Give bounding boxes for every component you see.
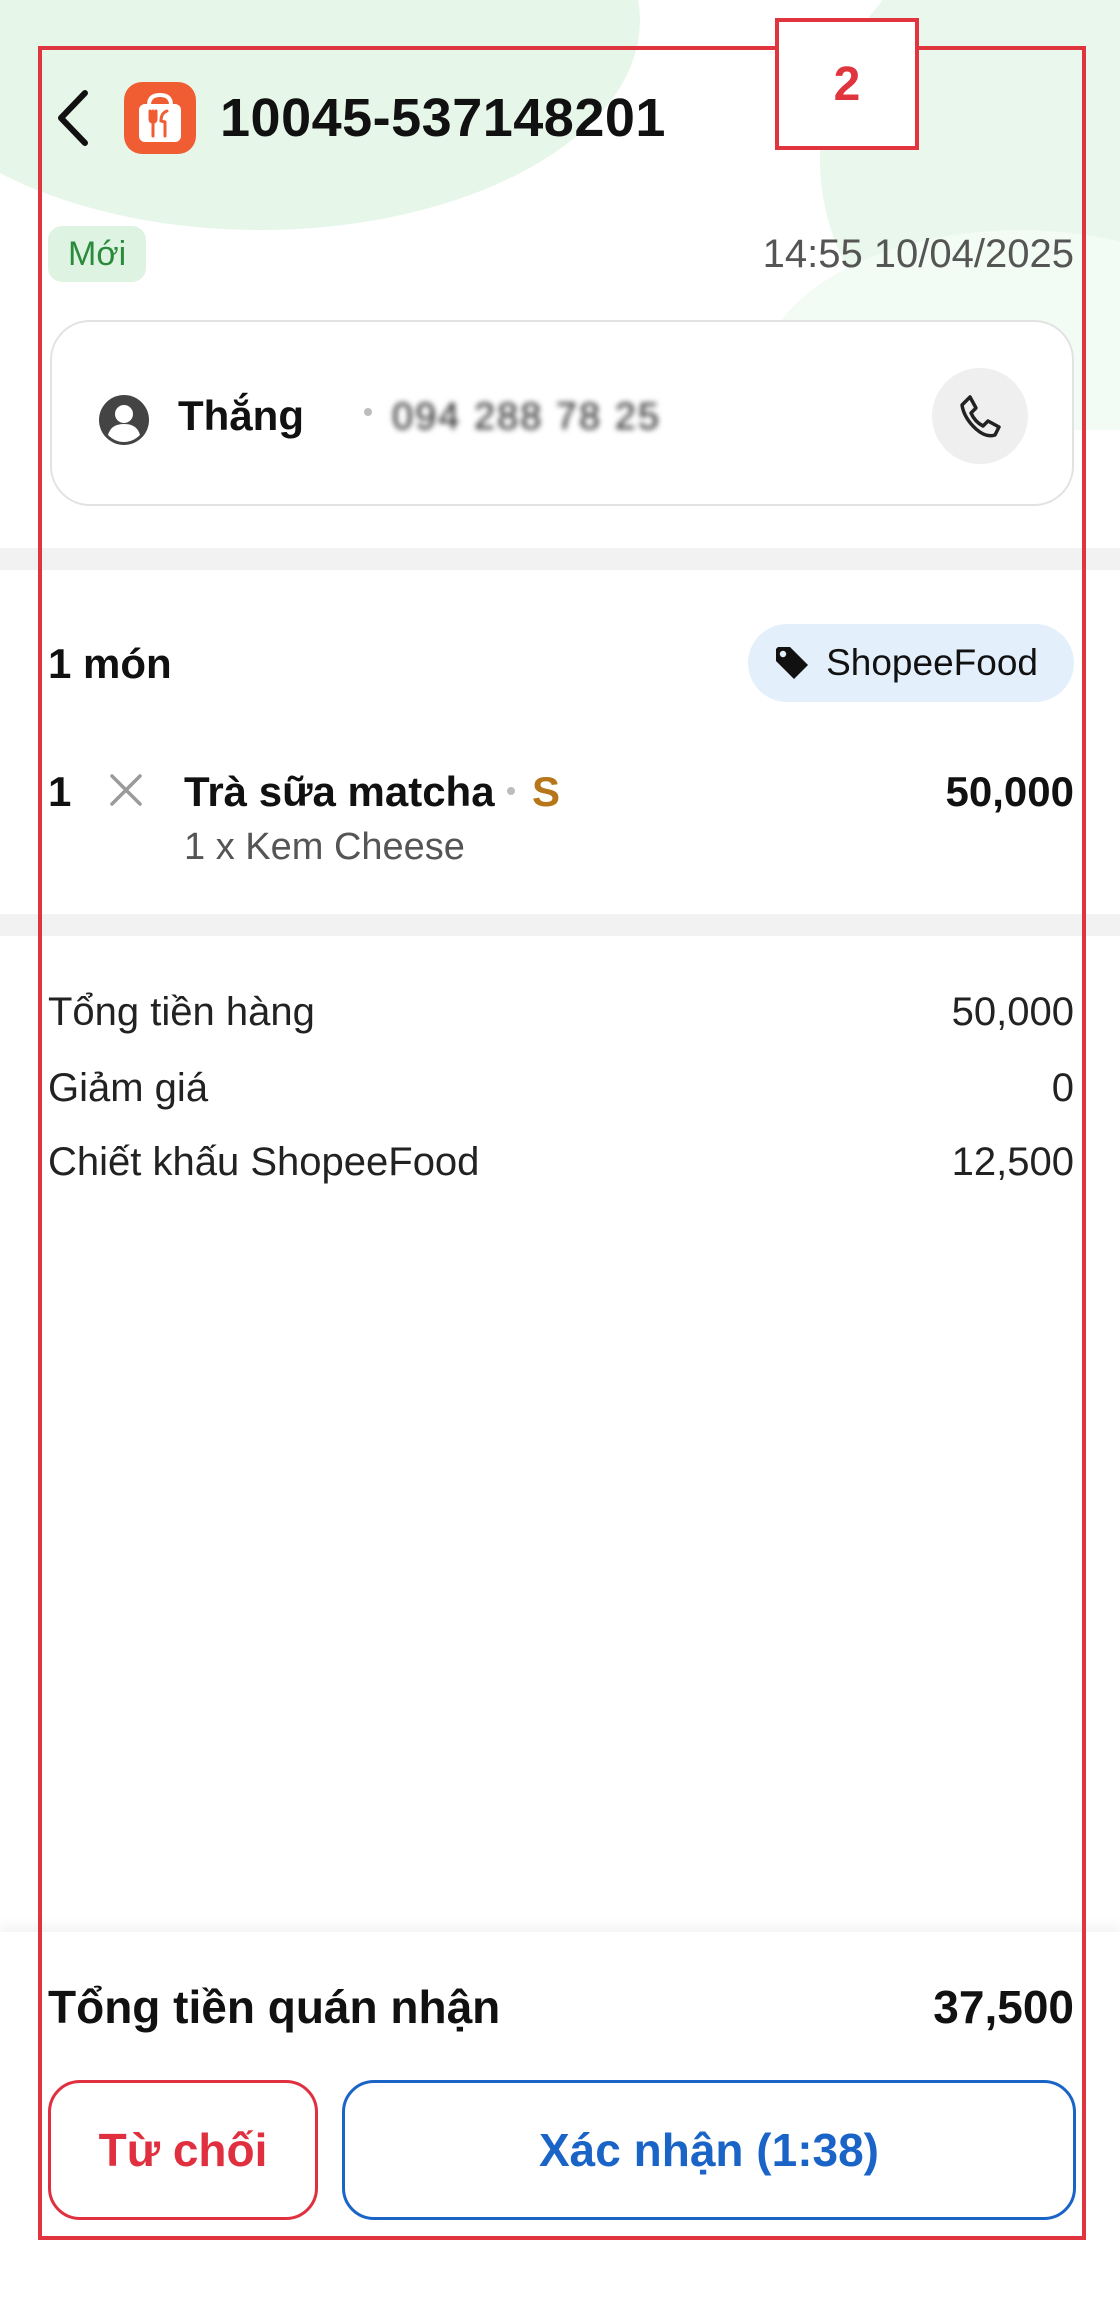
reject-button[interactable]: Từ chối bbox=[48, 2080, 318, 2220]
footer: Tổng tiền quán nhận 37,500 Từ chối Xác n… bbox=[0, 1932, 1120, 2304]
order-timestamp: 14:55 10/04/2025 bbox=[762, 232, 1074, 276]
commission-value: 12,500 bbox=[951, 1140, 1074, 1184]
customer-phone: 094 288 78 25 bbox=[392, 396, 662, 438]
section-divider bbox=[0, 914, 1120, 936]
item-quantity: 1 bbox=[48, 768, 72, 815]
order-id: 10045-537148201 bbox=[220, 88, 666, 148]
separator-dot bbox=[364, 408, 372, 416]
call-button[interactable] bbox=[932, 368, 1028, 464]
total-value: 37,500 bbox=[933, 1981, 1074, 2033]
platform-name: ShopeeFood bbox=[826, 642, 1038, 683]
times-icon bbox=[110, 774, 142, 806]
tag-icon bbox=[776, 647, 809, 679]
discount-row: Giảm giá 0 bbox=[48, 1066, 1074, 1111]
total-row: Tổng tiền quán nhận 37,500 bbox=[48, 1980, 1074, 2034]
back-button[interactable] bbox=[48, 78, 98, 158]
confirm-button[interactable]: Xác nhận (1:38) bbox=[342, 2080, 1076, 2220]
commission-row: Chiết khấu ShopeeFood 12,500 bbox=[48, 1140, 1074, 1185]
customer-card: Thắng 094 288 78 25 bbox=[50, 320, 1074, 506]
customer-name: Thắng bbox=[178, 392, 304, 439]
subtotal-row: Tổng tiền hàng 50,000 bbox=[48, 990, 1074, 1035]
total-label: Tổng tiền quán nhận bbox=[48, 1981, 501, 2033]
commission-label: Chiết khấu ShopeeFood bbox=[48, 1140, 480, 1184]
section-divider bbox=[0, 548, 1120, 570]
annotation-label: 2 bbox=[775, 18, 919, 150]
phone-icon bbox=[960, 395, 1001, 438]
item-price: 50,000 bbox=[945, 768, 1074, 815]
subtotal-value: 50,000 bbox=[951, 990, 1074, 1034]
user-icon bbox=[99, 395, 149, 445]
item-option: 1 x Kem Cheese bbox=[184, 826, 465, 868]
items-count: 1 món bbox=[48, 640, 172, 687]
discount-label: Giảm giá bbox=[48, 1066, 209, 1110]
platform-tag: ShopeeFood bbox=[748, 624, 1074, 702]
item-name: Trà sữa matcha bbox=[184, 768, 495, 815]
status-badge: Mới bbox=[48, 226, 147, 282]
separator-dot bbox=[507, 787, 515, 795]
shopeefood-logo-icon bbox=[124, 82, 196, 154]
item-size: S bbox=[532, 768, 561, 815]
back-arrow-icon bbox=[58, 90, 88, 146]
subtotal-label: Tổng tiền hàng bbox=[48, 990, 315, 1034]
discount-value: 0 bbox=[1051, 1066, 1074, 1110]
